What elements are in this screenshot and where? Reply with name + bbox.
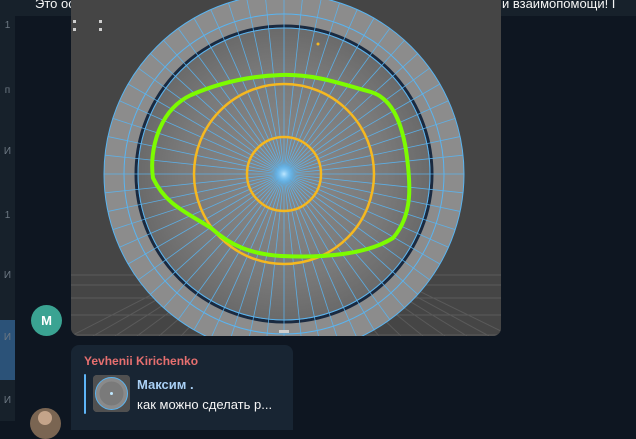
origin-marker — [279, 330, 289, 333]
quote-accent-bar — [84, 374, 86, 414]
orange-dot — [316, 42, 320, 46]
center-pivot — [274, 164, 294, 184]
sender-name[interactable]: Yevhenii Kirichenko — [84, 354, 198, 368]
chat-list-item-label: 1 — [4, 20, 11, 31]
chat-list-item-label: п — [4, 85, 11, 96]
quote-thumbnail[interactable] — [93, 375, 130, 412]
chat-list-sidebar[interactable]: 1 п И 1 И И И — [0, 0, 15, 421]
maya-viewport-screenshot — [71, 0, 501, 336]
chat-list-item-label: И — [3, 395, 12, 406]
quoted-text[interactable]: как можно сделать р... — [137, 397, 272, 412]
chat-list-item-label: И — [3, 146, 12, 157]
avatar-initial: М — [41, 313, 52, 328]
thumbnail-image — [93, 375, 130, 412]
message-bubble[interactable]: Yevhenii Kirichenko Максим . как можно с… — [71, 345, 293, 430]
avatar[interactable] — [30, 408, 61, 439]
chat-list-item-label: И — [3, 270, 12, 281]
chat-list-item-label: И — [3, 332, 12, 343]
chat-list-item-label: 1 — [4, 210, 11, 221]
quoted-author[interactable]: Максим . — [137, 377, 194, 392]
chat-list-item-active[interactable]: И — [0, 320, 15, 380]
image-message[interactable] — [71, 0, 501, 336]
avatar[interactable]: М — [31, 305, 62, 336]
